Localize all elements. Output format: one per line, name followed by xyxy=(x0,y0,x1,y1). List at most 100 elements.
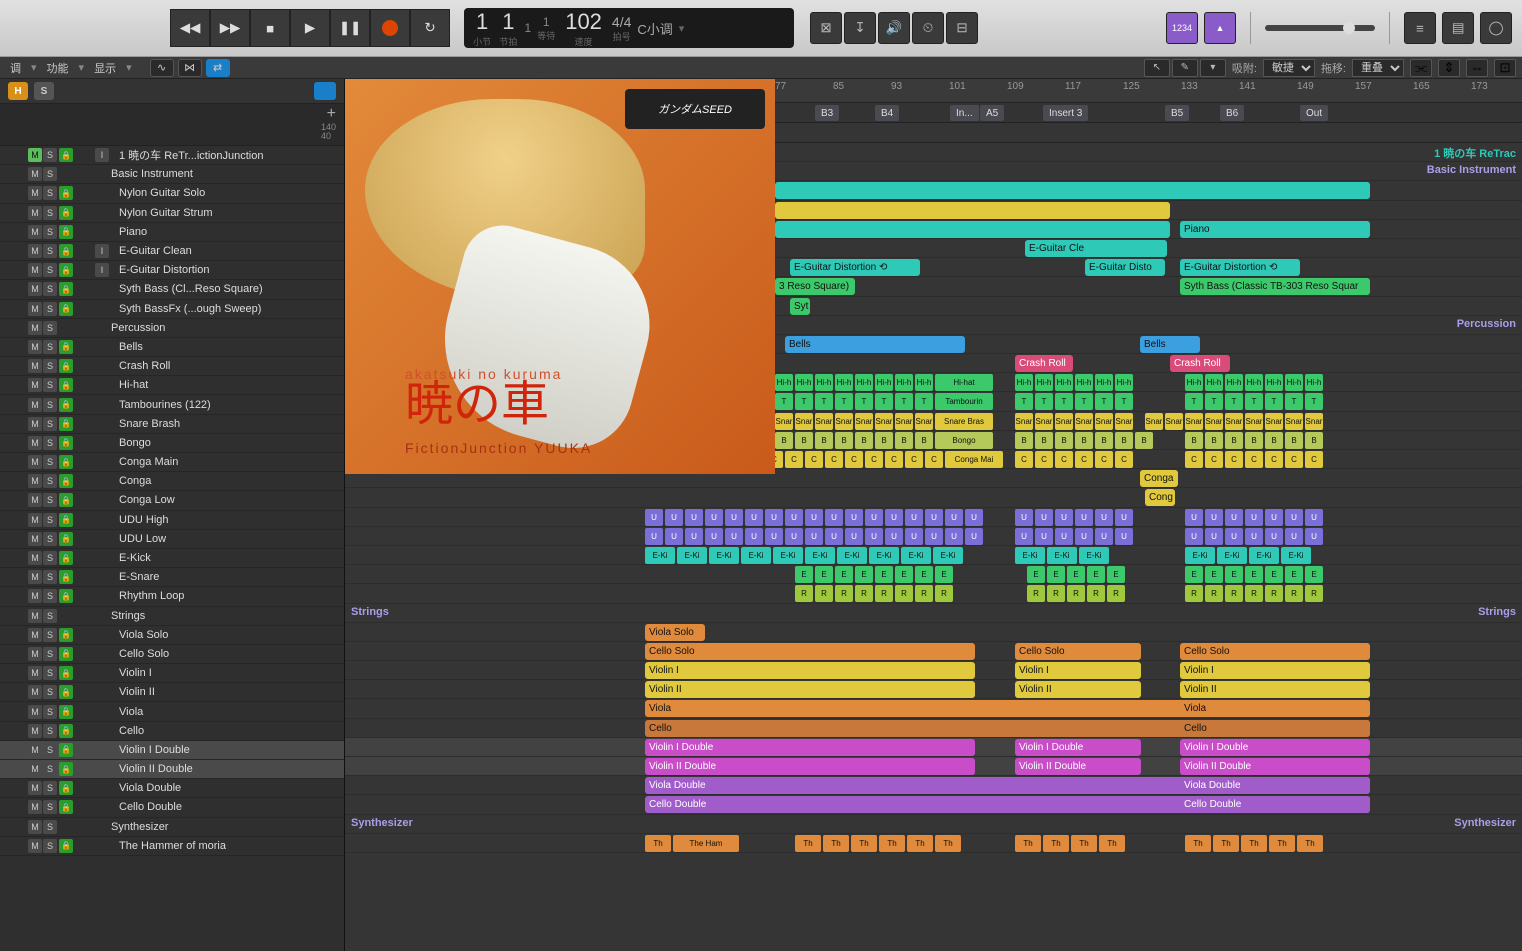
midi-region[interactable]: B xyxy=(775,432,793,449)
lock-icon[interactable] xyxy=(59,532,73,546)
mute-button[interactable]: M xyxy=(28,685,42,699)
track-row[interactable]: MSStrings xyxy=(0,607,344,626)
midi-region[interactable]: E-Ki xyxy=(933,547,963,564)
midi-region[interactable]: E-Ki xyxy=(773,547,803,564)
midi-region[interactable]: Snar xyxy=(1095,413,1113,430)
midi-region[interactable]: Hi-h xyxy=(875,374,893,391)
lock-icon[interactable] xyxy=(59,206,73,220)
midi-region[interactable]: Snar xyxy=(795,413,813,430)
midi-region[interactable] xyxy=(775,182,1370,199)
lock-icon[interactable] xyxy=(59,685,73,699)
track-row[interactable]: MSBasic Instrument xyxy=(0,165,344,184)
solo-button[interactable]: S xyxy=(43,800,57,814)
midi-region[interactable]: R xyxy=(1205,585,1223,602)
track-row[interactable]: MSCello xyxy=(0,722,344,741)
track-row[interactable]: MSViolin I Double xyxy=(0,741,344,760)
midi-region[interactable]: E-Ki xyxy=(805,547,835,564)
lock-icon[interactable] xyxy=(59,743,73,757)
mute-button[interactable]: M xyxy=(28,743,42,757)
solo-button[interactable]: S xyxy=(43,244,57,258)
track-row[interactable]: MSCello Solo xyxy=(0,645,344,664)
track-row[interactable]: MSUDU Low xyxy=(0,530,344,549)
solo-button[interactable]: S xyxy=(43,705,57,719)
midi-region[interactable]: U xyxy=(665,528,683,545)
midi-region[interactable]: U xyxy=(1185,528,1203,545)
midi-region[interactable]: U xyxy=(725,528,743,545)
midi-region[interactable]: B xyxy=(835,432,853,449)
midi-region[interactable]: U xyxy=(1225,528,1243,545)
midi-region[interactable]: U xyxy=(665,509,683,526)
lock-icon[interactable] xyxy=(59,359,73,373)
midi-region[interactable]: Bells xyxy=(1140,336,1200,353)
midi-region[interactable]: R xyxy=(855,585,873,602)
midi-region[interactable]: R xyxy=(1047,585,1065,602)
midi-region[interactable]: U xyxy=(945,528,963,545)
midi-region[interactable]: T xyxy=(1245,393,1263,410)
solo-button[interactable]: S xyxy=(43,570,57,584)
notes-button[interactable]: ▤ xyxy=(1442,12,1474,44)
midi-region[interactable]: C xyxy=(1285,451,1303,468)
lock-icon[interactable] xyxy=(59,225,73,239)
lock-icon[interactable] xyxy=(59,263,73,277)
midi-region[interactable]: T xyxy=(1185,393,1203,410)
input-button[interactable]: I xyxy=(95,244,109,258)
track-row[interactable]: MSViolin II Double xyxy=(0,760,344,779)
midi-region[interactable]: E-Ki xyxy=(901,547,931,564)
midi-region[interactable]: T xyxy=(1225,393,1243,410)
solo-button[interactable]: S xyxy=(43,532,57,546)
solo-button[interactable]: S xyxy=(43,282,57,296)
midi-region[interactable]: E xyxy=(795,566,813,583)
click-button[interactable]: 🔊 xyxy=(878,12,910,44)
solo-button[interactable]: S xyxy=(43,302,57,316)
midi-region[interactable]: E xyxy=(1245,566,1263,583)
track-row[interactable]: MSHi-hat xyxy=(0,376,344,395)
midi-region[interactable]: E xyxy=(1027,566,1045,583)
midi-region[interactable]: E xyxy=(875,566,893,583)
list-view-button[interactable]: ≡ xyxy=(1404,12,1436,44)
midi-region[interactable]: Snar xyxy=(1035,413,1053,430)
midi-region[interactable]: Snar xyxy=(875,413,893,430)
midi-region[interactable]: B xyxy=(1135,432,1153,449)
lock-icon[interactable] xyxy=(59,705,73,719)
mute-button[interactable]: M xyxy=(28,302,42,316)
midi-region[interactable]: Snar xyxy=(1205,413,1223,430)
midi-region[interactable]: Snar xyxy=(1185,413,1203,430)
track-row[interactable]: MSE-Snare xyxy=(0,568,344,587)
solo-button[interactable]: S xyxy=(43,820,57,834)
midi-region[interactable]: U xyxy=(745,509,763,526)
track-row[interactable]: MSThe Hammer of moria xyxy=(0,837,344,856)
solo-button[interactable]: S xyxy=(43,762,57,776)
midi-region[interactable]: C xyxy=(1035,451,1053,468)
lock-icon[interactable] xyxy=(59,800,73,814)
midi-region[interactable]: E xyxy=(815,566,833,583)
midi-region[interactable]: T xyxy=(835,393,853,410)
midi-region[interactable]: Viola Solo xyxy=(645,624,705,641)
solo-button[interactable]: S xyxy=(43,321,57,335)
midi-region[interactable]: B xyxy=(895,432,913,449)
midi-region[interactable]: C xyxy=(805,451,823,468)
midi-region[interactable]: Cello xyxy=(1180,720,1370,737)
mute-button[interactable]: M xyxy=(28,148,42,162)
mute-button[interactable]: M xyxy=(28,263,42,277)
midi-region[interactable]: C xyxy=(1115,451,1133,468)
midi-region[interactable]: B xyxy=(795,432,813,449)
track-row[interactable]: MSConga Main xyxy=(0,453,344,472)
midi-region[interactable]: U xyxy=(685,509,703,526)
midi-region[interactable]: Snar xyxy=(895,413,913,430)
midi-region[interactable]: Th xyxy=(1099,835,1125,852)
midi-region[interactable]: T xyxy=(1095,393,1113,410)
flex-icon[interactable]: ⋈ xyxy=(178,59,202,77)
midi-region[interactable]: E xyxy=(855,566,873,583)
midi-region[interactable]: E xyxy=(1185,566,1203,583)
arrange-lane[interactable]: Violin II DoubleViolin II DoubleViolin I… xyxy=(345,757,1522,776)
play-button[interactable]: ▶ xyxy=(290,9,330,47)
lock-icon[interactable] xyxy=(59,378,73,392)
lock-icon[interactable] xyxy=(59,628,73,642)
midi-region[interactable]: Crash Roll xyxy=(1015,355,1073,372)
mute-button[interactable]: M xyxy=(28,378,42,392)
track-row[interactable]: MSSynthesizer xyxy=(0,818,344,837)
midi-region[interactable]: U xyxy=(905,528,923,545)
midi-region[interactable]: 3 Reso Square) xyxy=(775,278,855,295)
midi-region[interactable]: Th xyxy=(1241,835,1267,852)
midi-region[interactable]: U xyxy=(1095,509,1113,526)
